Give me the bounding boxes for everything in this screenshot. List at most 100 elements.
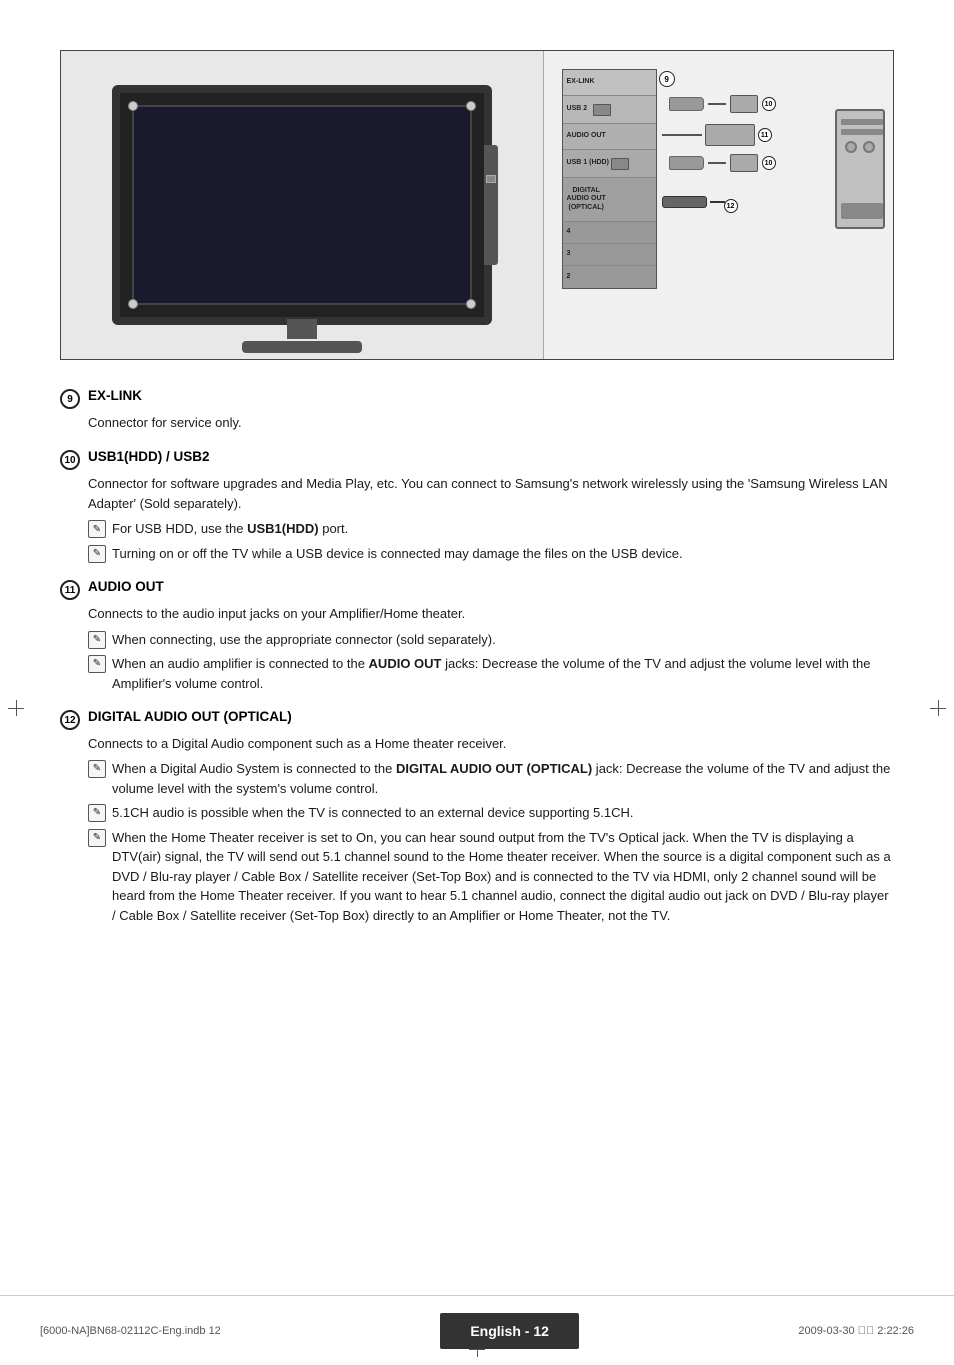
optical-label: DIGITALAUDIO OUT(OPTICAL) <box>567 187 606 212</box>
badge-10: 10 <box>60 450 80 470</box>
connector-audioout: AUDIO OUT <box>563 124 656 150</box>
section-exlink-title: EX-LINK <box>88 388 142 403</box>
usb1hdd-label: USB 1 (HDD) <box>567 159 609 167</box>
audioout-cable <box>662 134 702 136</box>
section-usb-text: Connector for software upgrades and Medi… <box>88 476 888 511</box>
audioout-note-2: ✎ When an audio amplifier is connected t… <box>88 654 894 693</box>
section-usb-title: USB1(HDD) / USB2 <box>88 449 210 464</box>
optical-note-1-text: When a Digital Audio System is connected… <box>112 759 894 798</box>
connector-usb2: USB 2 <box>563 96 656 124</box>
usb1hdd-port <box>611 158 629 170</box>
optical-note-2-text: 5.1CH audio is possible when the TV is c… <box>112 803 894 823</box>
section-optical-title: DIGITAL AUDIO OUT (OPTICAL) <box>88 709 292 724</box>
footer-right: 2009-03-30 ￿￿ 2:22:26 <box>798 1325 914 1337</box>
tv-usb-slot <box>486 175 496 183</box>
screw-tr <box>466 101 476 111</box>
note-icon-6: ✎ <box>88 804 106 822</box>
hdmi2-label: 2 <box>567 273 571 281</box>
connector-panel-main: EX-LINK USB 2 AUDIO OUT USB 1 (HDD) <box>562 69 657 289</box>
connector-hdmi2: 2 <box>563 266 656 288</box>
receiver-bottom-panel <box>841 203 883 219</box>
section-usb: 10 USB1(HDD) / USB2 Connector for softwa… <box>60 449 894 563</box>
usb1hdd-cable <box>708 162 726 164</box>
audioout-note-2-text: When an audio amplifier is connected to … <box>112 654 894 693</box>
optical-plug <box>662 196 707 208</box>
tv-stand-neck <box>287 319 317 339</box>
receiver-device <box>835 109 885 229</box>
connector-hdmi3: 3 <box>563 244 656 266</box>
note-icon-3: ✎ <box>88 631 106 649</box>
connector-usb1hdd: USB 1 (HDD) <box>563 150 656 178</box>
audioout-note-1: ✎ When connecting, use the appropriate c… <box>88 630 894 650</box>
exlink-label: EX-LINK <box>567 78 595 86</box>
usb2-port <box>593 104 611 116</box>
optical-cable <box>710 201 725 203</box>
section-audioout-title-row: 11 AUDIO OUT <box>60 579 894 600</box>
page-label: English - 12 <box>440 1313 579 1349</box>
receiver-knob1 <box>845 141 857 153</box>
section-exlink-text: Connector for service only. <box>88 415 242 430</box>
section-audioout-title: AUDIO OUT <box>88 579 164 594</box>
section-exlink-title-row: 9 EX-LINK <box>60 388 894 409</box>
tv-stand <box>242 319 362 353</box>
content-area: EX-LINK USB 2 AUDIO OUT USB 1 (HDD) <box>60 50 894 925</box>
optical-note-3: ✎ When the Home Theater receiver is set … <box>88 828 894 926</box>
section-optical: 12 DIGITAL AUDIO OUT (OPTICAL) Connects … <box>60 709 894 925</box>
text-section: 9 EX-LINK Connector for service only. 10… <box>60 388 894 925</box>
connector-optical: DIGITALAUDIO OUT(OPTICAL) <box>563 178 656 222</box>
usb2-plug <box>669 97 704 111</box>
usb1hdd-plug <box>669 156 704 170</box>
footer: [6000-NA]BN68-02112C-Eng.indb 12 English… <box>0 1295 954 1365</box>
screw-tl <box>128 101 138 111</box>
diag-label-9: 9 <box>659 71 675 87</box>
audioout-device <box>705 124 755 146</box>
crossmark-left <box>8 700 24 716</box>
optical-note-3-text: When the Home Theater receiver is set to… <box>112 828 894 926</box>
audioout-label: AUDIO OUT <box>567 132 606 140</box>
section-optical-title-row: 12 DIGITAL AUDIO OUT (OPTICAL) <box>60 709 894 730</box>
section-optical-body: Connects to a Digital Audio component su… <box>60 734 894 925</box>
audioout-note-1-text: When connecting, use the appropriate con… <box>112 630 894 650</box>
diagram-inner: EX-LINK USB 2 AUDIO OUT USB 1 (HDD) <box>61 51 893 359</box>
connector-exlink: EX-LINK <box>563 70 656 96</box>
tv-screen <box>132 105 472 305</box>
receiver-knob2 <box>863 141 875 153</box>
tv-illustration <box>61 51 544 359</box>
hdmi4-label: 4 <box>567 228 571 236</box>
tv-frame <box>112 85 492 325</box>
section-audioout-text: Connects to the audio input jacks on you… <box>88 606 465 621</box>
diag-badge-10a: 10 <box>762 97 776 111</box>
badge-9: 9 <box>60 389 80 409</box>
usb-note-1: ✎ For USB HDD, use the USB1(HDD) port. <box>88 519 894 539</box>
section-usb-body: Connector for software upgrades and Medi… <box>60 474 894 563</box>
connectors-panel: EX-LINK USB 2 AUDIO OUT USB 1 (HDD) <box>544 51 893 359</box>
section-audioout-body: Connects to the audio input jacks on you… <box>60 604 894 693</box>
note-icon-7: ✎ <box>88 829 106 847</box>
usb2-cable <box>708 103 726 105</box>
usb2-connector-assembly: 10 <box>669 95 776 113</box>
usb-note-2-text: Turning on or off the TV while a USB dev… <box>112 544 894 564</box>
receiver-slot1 <box>841 119 883 125</box>
note-icon-2: ✎ <box>88 545 106 563</box>
screw-br <box>466 299 476 309</box>
diag-badge-9: 9 <box>659 71 675 87</box>
diag-badge-10b: 10 <box>762 156 776 170</box>
section-exlink: 9 EX-LINK Connector for service only. <box>60 388 894 433</box>
usb2-device <box>730 95 758 113</box>
optical-note-1: ✎ When a Digital Audio System is connect… <box>88 759 894 798</box>
note-icon-1: ✎ <box>88 520 106 538</box>
usb1hdd-connector-assembly: 10 <box>669 154 776 172</box>
optical-cable-assembly <box>662 196 725 208</box>
usb-note-1-text: For USB HDD, use the USB1(HDD) port. <box>112 519 894 539</box>
note-icon-4: ✎ <box>88 655 106 673</box>
receiver-slot2 <box>841 129 883 135</box>
tv-stand-base <box>242 341 362 353</box>
usb2-label: USB 2 <box>567 105 588 113</box>
section-optical-text: Connects to a Digital Audio component su… <box>88 736 506 751</box>
diag-badge-11: 11 <box>758 128 772 142</box>
section-usb-title-row: 10 USB1(HDD) / USB2 <box>60 449 894 470</box>
crossmark-right <box>930 700 946 716</box>
diagram-box: EX-LINK USB 2 AUDIO OUT USB 1 (HDD) <box>60 50 894 360</box>
connector-hdmi4: 4 <box>563 222 656 244</box>
footer-left: [6000-NA]BN68-02112C-Eng.indb 12 <box>40 1325 221 1337</box>
